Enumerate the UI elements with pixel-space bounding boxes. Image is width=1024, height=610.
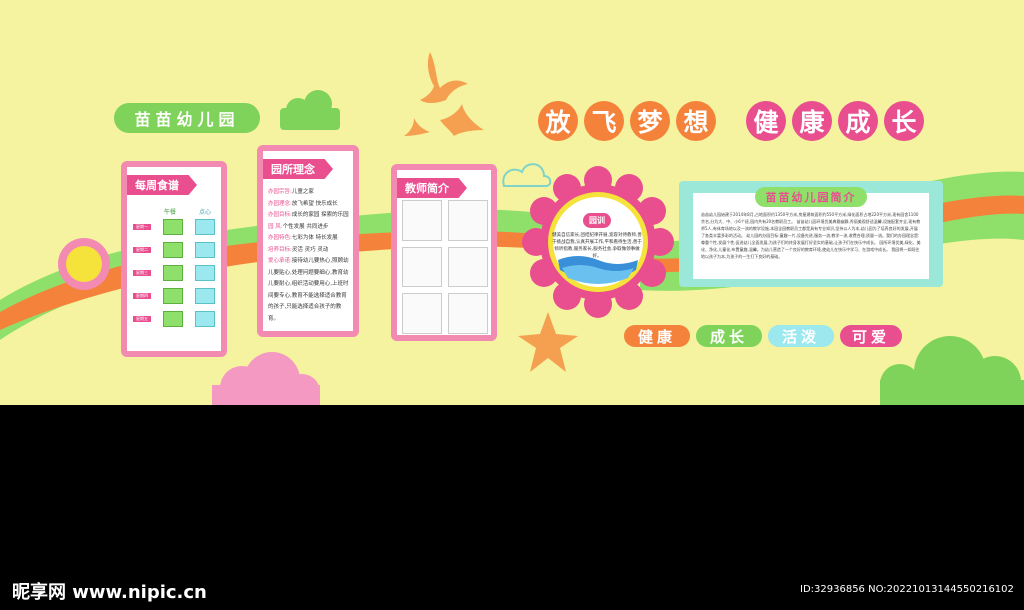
philosophy-line-key: 园 风:	[268, 223, 283, 230]
philosophy-lines: 办园宗旨:儿童之家 办园理念:放飞希望 快乐成长 办园目标:成长的家园 探索的乐园园…	[268, 187, 352, 325]
weekly-menu-cell-lunch	[163, 288, 183, 304]
weekly-menu-cell-snack	[195, 219, 215, 235]
slogan-left: 放 飞 梦 想	[538, 101, 716, 145]
teacher-photo-slot	[402, 293, 442, 334]
intro-inner: 苗苗幼儿园简介 苗苗幼儿园始建于2014年8月,占地面积约1350平方米,房屋建…	[693, 187, 929, 279]
tag-cute: 可爱	[840, 325, 902, 347]
slogan-char: 成	[838, 101, 878, 141]
philosophy-line-key: 办园特色:	[268, 235, 292, 241]
weekly-menu-cell-lunch	[163, 311, 183, 327]
kindergarten-badge: 苗苗幼儿园	[114, 103, 260, 133]
philosophy-line-key: 培养目标:	[268, 246, 292, 253]
philosophy-line-value: 灵活 灵巧 灵动	[291, 246, 329, 253]
wall-background: 苗苗幼儿园 每周食谱 午餐 点心 星期一星期二星期三星期四星期五 园所理念 办园…	[0, 0, 1024, 405]
weekly-menu-row-label: 星期三	[133, 270, 151, 276]
philosophy-line-key: 办园宗旨:	[268, 189, 292, 195]
philosophy-line: 办园理念:放飞希望 快乐成长	[268, 199, 352, 211]
philosophy-line: 爱心承诺:接待幼儿要热心,照顾幼儿要贴心,处理问题要细心,教育幼儿要耐心,组织活…	[268, 256, 352, 325]
teacher-photo-slot	[448, 293, 488, 334]
weekly-menu-cell-snack	[195, 265, 215, 281]
weekly-menu-row-label: 星期五	[133, 316, 151, 322]
philosophy-line-value: 七彩为体 特长发展	[291, 235, 338, 241]
slogan-char: 梦	[630, 101, 670, 141]
philosophy-title: 园所理念	[263, 159, 333, 179]
slogan-char: 飞	[584, 101, 624, 141]
intro-body: 苗苗幼儿园始建于2014年8月,占地面积约1350平方米,房屋建筑面积约550平…	[701, 212, 921, 259]
motto-badge: 园训	[583, 213, 611, 228]
image-id: ID:32936856 NO:20221013144550216102	[800, 584, 1014, 595]
weekly-menu-title: 每周食谱	[127, 175, 197, 195]
intro-title: 苗苗幼儿园简介	[755, 187, 867, 207]
star	[518, 312, 578, 372]
teacher-photo-slot	[402, 200, 442, 241]
stage: 苗苗幼儿园 每周食谱 午餐 点心 星期一星期二星期三星期四星期五 园所理念 办园…	[0, 0, 1024, 610]
slogan-char: 康	[792, 101, 832, 141]
cloud-outline	[502, 163, 552, 187]
birds	[404, 52, 484, 136]
teacher-photo-grid	[402, 200, 488, 334]
teachers-title: 教师简介	[397, 178, 467, 198]
philosophy-panel: 园所理念 办园宗旨:儿童之家 办园理念:放飞希望 快乐成长 办园目标:成长的家园 探…	[257, 145, 359, 337]
slogan-char: 长	[884, 101, 924, 141]
motto-body: 健美自信家长,团结纪律开展,宽容对待教师,善于挑战自我,认真开展工作,平和看待生…	[552, 233, 642, 259]
weekly-menu-column-lunch: 午餐	[164, 209, 177, 216]
philosophy-line-value: 接待幼儿要热心,照顾幼儿要贴心,处理问题要细心,教育幼儿要耐心,组织活动要用心,…	[268, 258, 349, 322]
teacher-photo-slot	[402, 246, 442, 288]
weekly-menu-row-label: 星期四	[133, 293, 151, 299]
weekly-menu-row-label: 星期二	[133, 247, 151, 253]
weekly-menu-panel: 每周食谱 午餐 点心 星期一星期二星期三星期四星期五	[121, 161, 227, 357]
cloud-green-top	[280, 90, 340, 130]
cloud-green-bottom	[880, 336, 1024, 405]
tag-growth: 成长	[696, 325, 762, 347]
sun	[58, 238, 110, 290]
weekly-menu-cell-lunch	[163, 265, 183, 281]
slogan-char: 放	[538, 101, 578, 141]
slogan-right: 健 康 成 长	[746, 101, 924, 145]
philosophy-line-key: 办园目标:	[268, 212, 292, 218]
weekly-menu-cell-snack	[195, 242, 215, 258]
teachers-panel: 教师简介	[391, 164, 497, 341]
tag-health: 健康	[624, 325, 690, 347]
philosophy-line-value: 成长的家园 探索的乐园	[291, 212, 349, 218]
philosophy-line-value: 放飞希望 快乐成长	[291, 200, 338, 207]
teacher-photo-slot	[448, 246, 488, 288]
weekly-menu-column-snack: 点心	[199, 209, 212, 216]
teacher-photo-slot	[448, 200, 488, 241]
weekly-menu-row-label: 星期一	[133, 224, 151, 230]
tag-lively: 活泼	[768, 325, 834, 347]
motto: 园训 健美自信家长,团结纪律开展,宽容对待教师,善于挑战自我,认真开展工作,平和…	[552, 208, 642, 260]
philosophy-line: 办园特色:七彩为体 特长发展	[268, 233, 352, 245]
philosophy-line-key: 爱心承诺:	[268, 258, 292, 264]
slogan-char: 健	[746, 101, 786, 141]
weekly-menu-cell-lunch	[163, 242, 183, 258]
philosophy-line: 培养目标:灵活 灵巧 灵动	[268, 245, 352, 257]
cloud-pink	[212, 352, 320, 405]
philosophy-line-value: 儿童之家	[291, 189, 314, 195]
philosophy-line-key: 办园理念:	[268, 200, 292, 207]
weekly-menu-cell-snack	[195, 288, 215, 304]
weekly-menu-cell-snack	[195, 311, 215, 327]
weekly-menu-cell-lunch	[163, 219, 183, 235]
watermark: 昵享网 www.nipic.cn	[12, 582, 207, 603]
philosophy-line: 办园目标:成长的家园 探索的乐园	[268, 210, 352, 222]
slogan-char: 想	[676, 101, 716, 141]
philosophy-line: 办园宗旨:儿童之家	[268, 187, 352, 199]
intro-board: 苗苗幼儿园简介 苗苗幼儿园始建于2014年8月,占地面积约1350平方米,房屋建…	[679, 181, 943, 287]
philosophy-line-value: 个性发展 共同进步	[282, 223, 329, 230]
philosophy-line: 园 风:个性发展 共同进步	[268, 222, 352, 234]
